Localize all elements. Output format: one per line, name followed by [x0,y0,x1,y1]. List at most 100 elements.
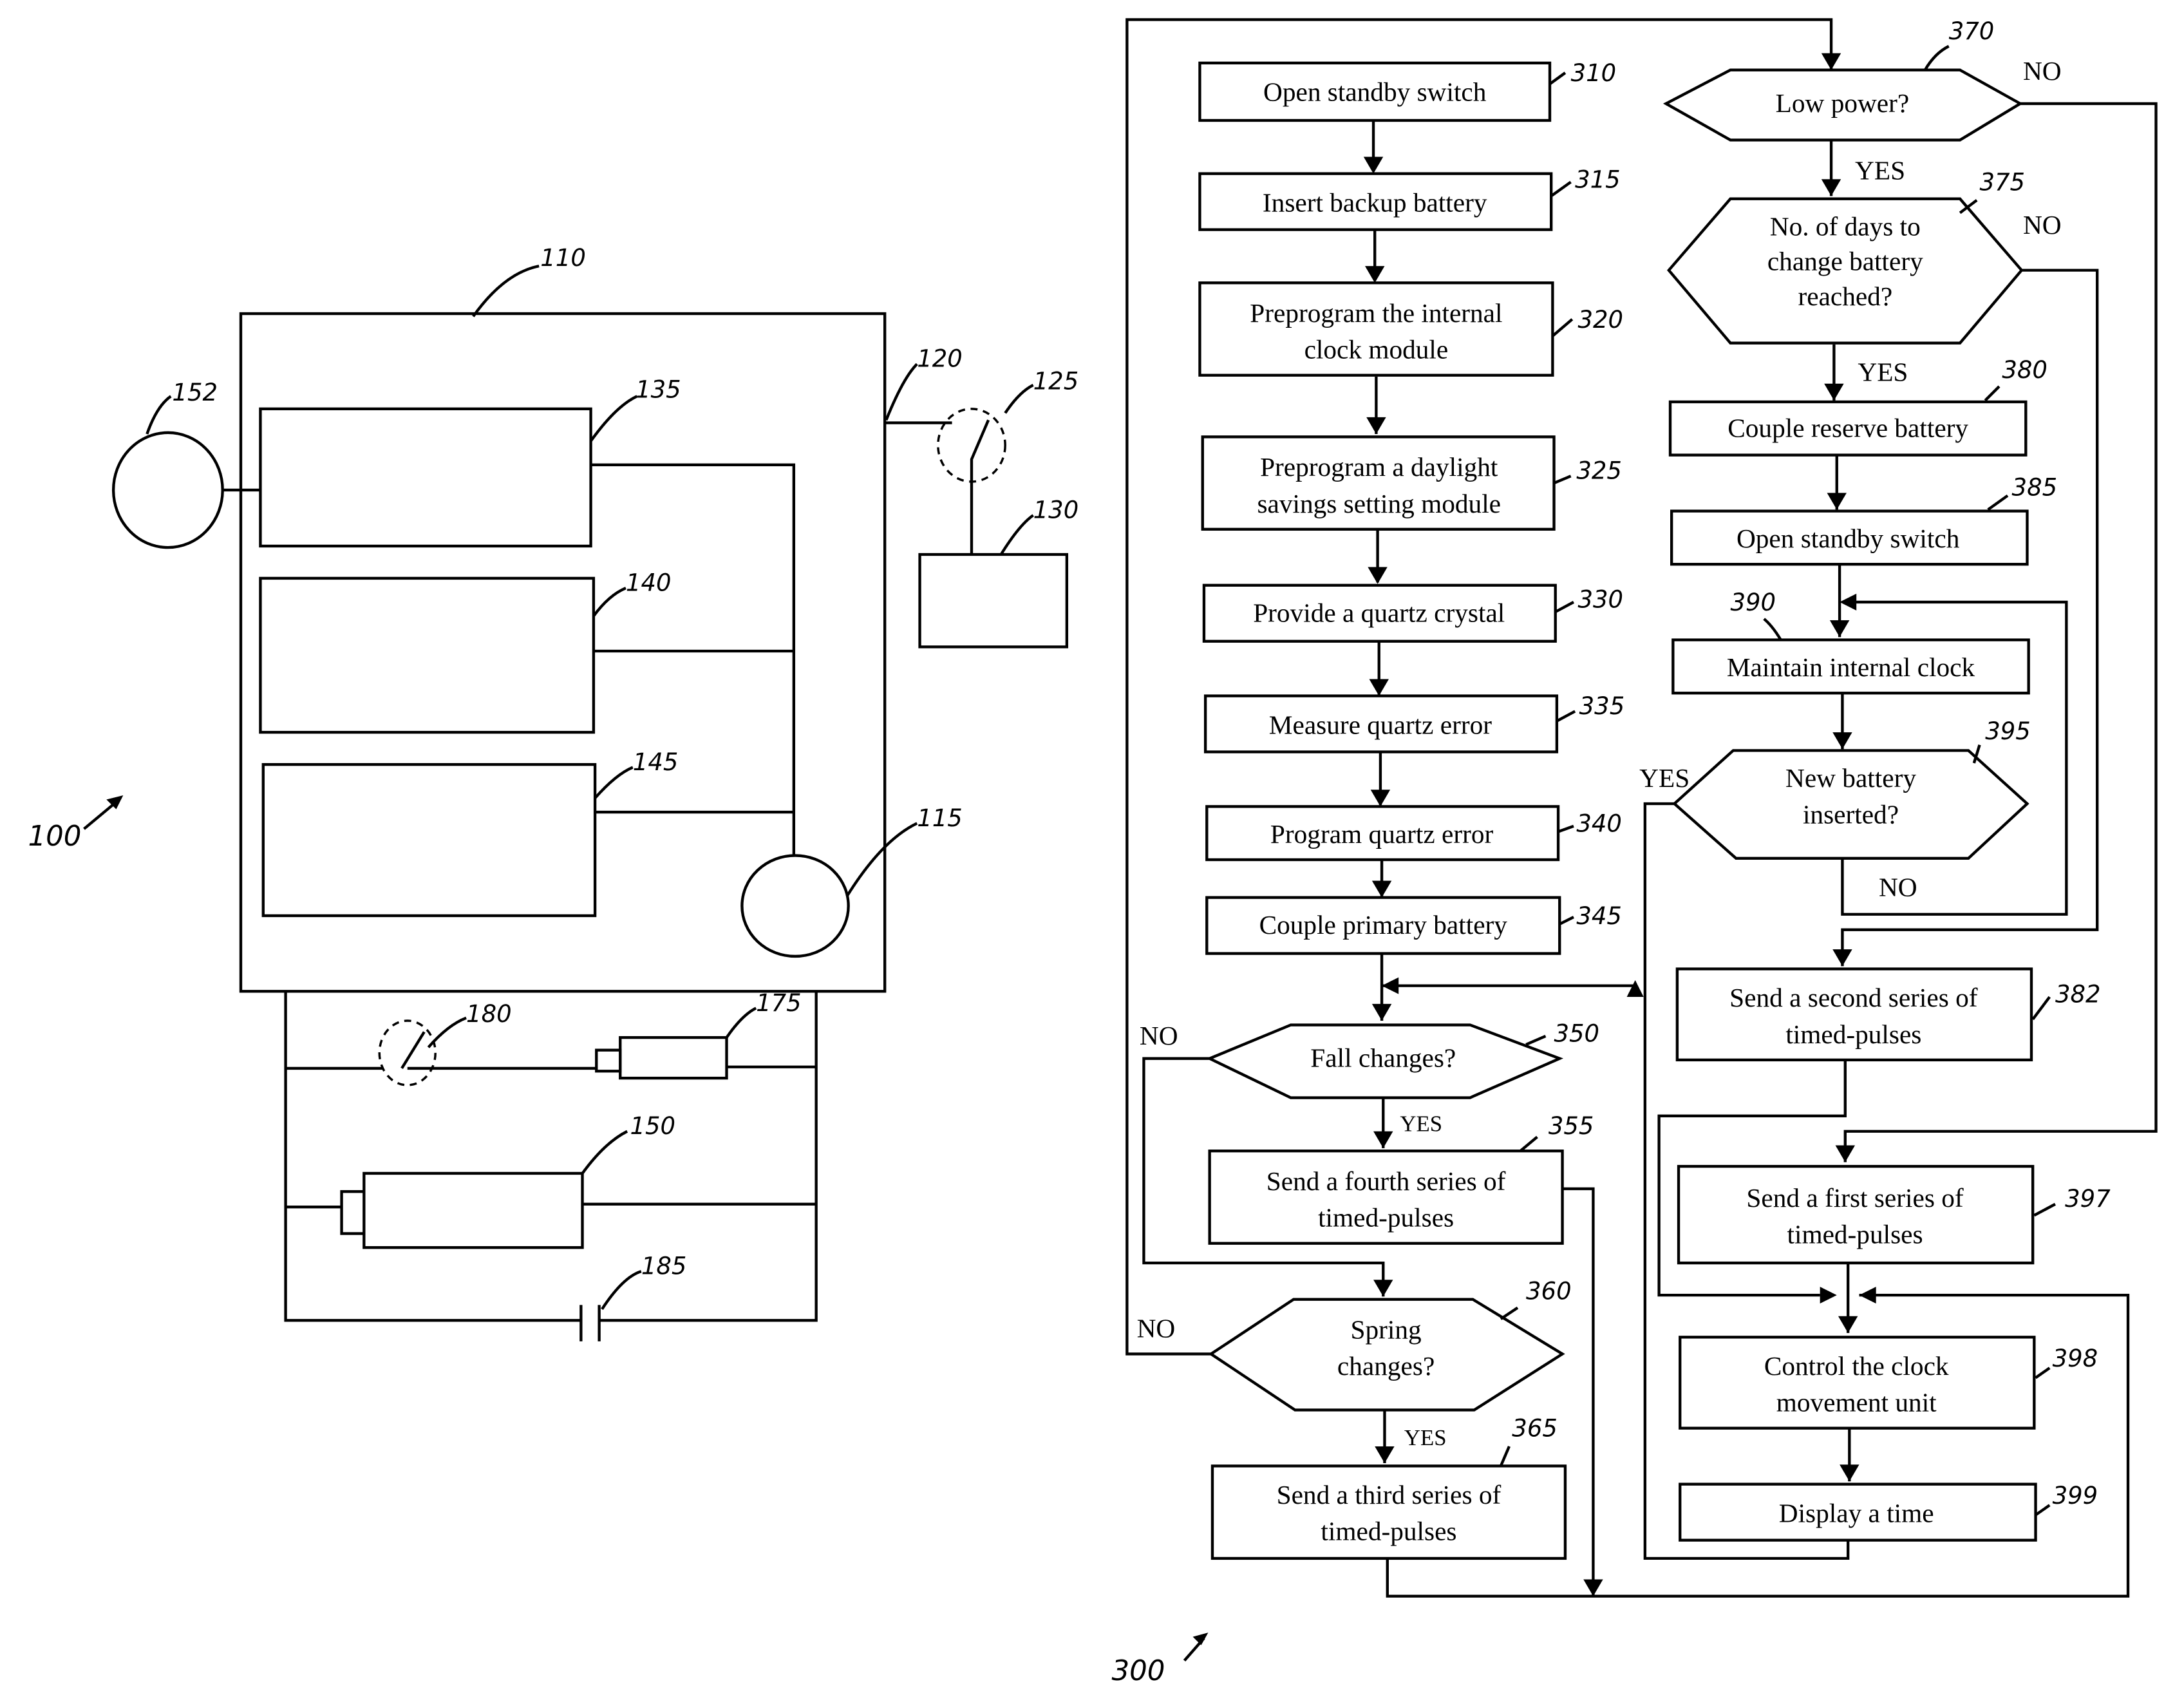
step-390-text: Maintain internal clock [1727,652,1975,682]
leader-125 [1004,383,1034,414]
decision-375-line2: change battery [1767,247,1923,276]
step-365-line1: Send a third series of [1277,1480,1502,1510]
leader-185 [601,1270,642,1311]
step-325-line2: savings setting module [1257,489,1501,518]
step-385: Open standby switch 385 [1670,474,2057,566]
ref-375: 375 [1980,169,2026,196]
step-315-text: Insert backup battery [1263,187,1487,217]
battery-circuit [284,991,818,1322]
step-315: Insert backup battery 315 [1198,166,1621,231]
ref-365: 365 [1512,1415,1558,1443]
decision-370: Low power? 370 NO YES [1662,17,2062,185]
ref-399: 399 [2053,1482,2098,1510]
label-no-350: NO [1140,1021,1178,1050]
ref-315: 315 [1575,166,1621,193]
sensor-152 [111,431,224,549]
ref-152: 152 [172,379,218,406]
ref-380: 380 [2002,356,2048,384]
primary-battery-150 [362,1171,584,1249]
step-335: Measure quartz error 335 [1203,692,1625,753]
leader-150 [581,1130,628,1175]
step-310: Open standby switch 310 [1198,59,1617,122]
step-325: Preprogram a daylight savings setting mo… [1201,435,1622,531]
ref-300: 300 [1111,1655,1165,1687]
ref-398: 398 [2053,1345,2098,1372]
step-345-text: Couple primary battery [1259,910,1508,940]
reserve-battery-175 [619,1036,728,1080]
step-345: Couple primary battery 345 [1205,896,1622,955]
ref-185: 185 [641,1253,687,1280]
step-398-line1: Control the clock [1764,1351,1949,1381]
patent-figure: 110 135 140 145 115 152 120 125 130 180 … [28,17,2158,1687]
ref-120: 120 [917,345,963,373]
ref-360: 360 [1526,1278,1572,1305]
step-365: Send a third series of timed-pulses 365 [1210,1415,1567,1560]
ref-135: 135 [635,375,681,403]
step-340-text: Program quartz error [1270,819,1494,849]
ref-125: 125 [1033,367,1079,395]
step-365-line2: timed-pulses [1321,1517,1456,1546]
decision-370-text: Low power? [1776,88,1910,118]
ref-350: 350 [1554,1020,1600,1048]
step-320-line1: Preprogram the internal [1250,298,1502,328]
module-140 [259,576,596,734]
decision-375-line3: reached? [1798,281,1892,311]
label-yes-375: YES [1858,357,1908,386]
ref-130: 130 [1033,496,1079,524]
decision-360-line1: Spring [1351,1315,1422,1345]
label-no-395: NO [1879,872,1917,902]
switch-180 [378,1019,437,1086]
primary-battery-150-cap [340,1190,366,1235]
decision-350-text: Fall changes? [1310,1043,1456,1073]
reserve-battery-175-cap [595,1048,622,1073]
ref-330: 330 [1578,586,1624,614]
step-355-line1: Send a fourth series of [1266,1166,1506,1196]
decision-395-line2: inserted? [1803,799,1899,829]
external-box-130 [918,553,1069,648]
decision-375-line1: No. of days to [1770,211,1921,241]
step-380-text: Couple reserve battery [1727,413,1968,442]
ref-145: 145 [633,748,679,776]
step-398-line2: movement unit [1776,1388,1937,1417]
ref-370: 370 [1949,17,1995,45]
decision-360: Spring changes? 360 NO YES [1137,1278,1572,1450]
step-382-line2: timed-pulses [1785,1019,1921,1049]
ref-395: 395 [1985,717,2031,745]
switch-180-blade [400,1031,426,1070]
ref-150: 150 [630,1112,675,1140]
ref-180: 180 [466,1000,512,1028]
label-yes-395: YES [1639,763,1690,793]
label-yes-370: YES [1855,155,1905,185]
leader-110 [472,264,540,317]
ref-115: 115 [917,804,963,832]
ref-335: 335 [1579,692,1625,720]
ref-325: 325 [1576,457,1622,485]
label-no-360: NO [1137,1313,1176,1343]
step-310-text: Open standby switch [1263,77,1487,107]
step-382: Send a second series of timed-pulses 382 [1675,967,2101,1062]
module-145 [261,762,597,918]
step-382-line1: Send a second series of [1729,983,1978,1012]
ref-382: 382 [2055,981,2101,1008]
ref-345: 345 [1576,902,1622,930]
ref-340: 340 [1576,809,1622,837]
ref-140: 140 [626,569,672,597]
step-397-line1: Send a first series of [1746,1183,1963,1213]
label-yes-360: YES [1404,1425,1447,1450]
switch-125-blade [970,419,990,554]
step-399-text: Display a time [1779,1498,1934,1528]
step-397-line2: timed-pulses [1787,1220,1923,1249]
label-no-375: NO [2023,210,2062,240]
step-399: Display a time 399 [1679,1482,2098,1542]
leader-175 [725,1007,757,1039]
module-135 [259,407,592,548]
ref-310: 310 [1571,59,1617,87]
flowchart: Open standby switch 310 Insert backup ba… [1111,17,2158,1687]
leader-180 [427,1016,467,1048]
step-335-text: Measure quartz error [1269,710,1492,739]
ref-390: 390 [1731,589,1776,616]
step-398: Control the clock movement unit 398 [1679,1336,2098,1430]
decision-375: No. of days to change battery reached? 3… [1666,169,2062,386]
motor-115 [740,854,850,958]
label-no-370: NO [2023,56,2062,86]
